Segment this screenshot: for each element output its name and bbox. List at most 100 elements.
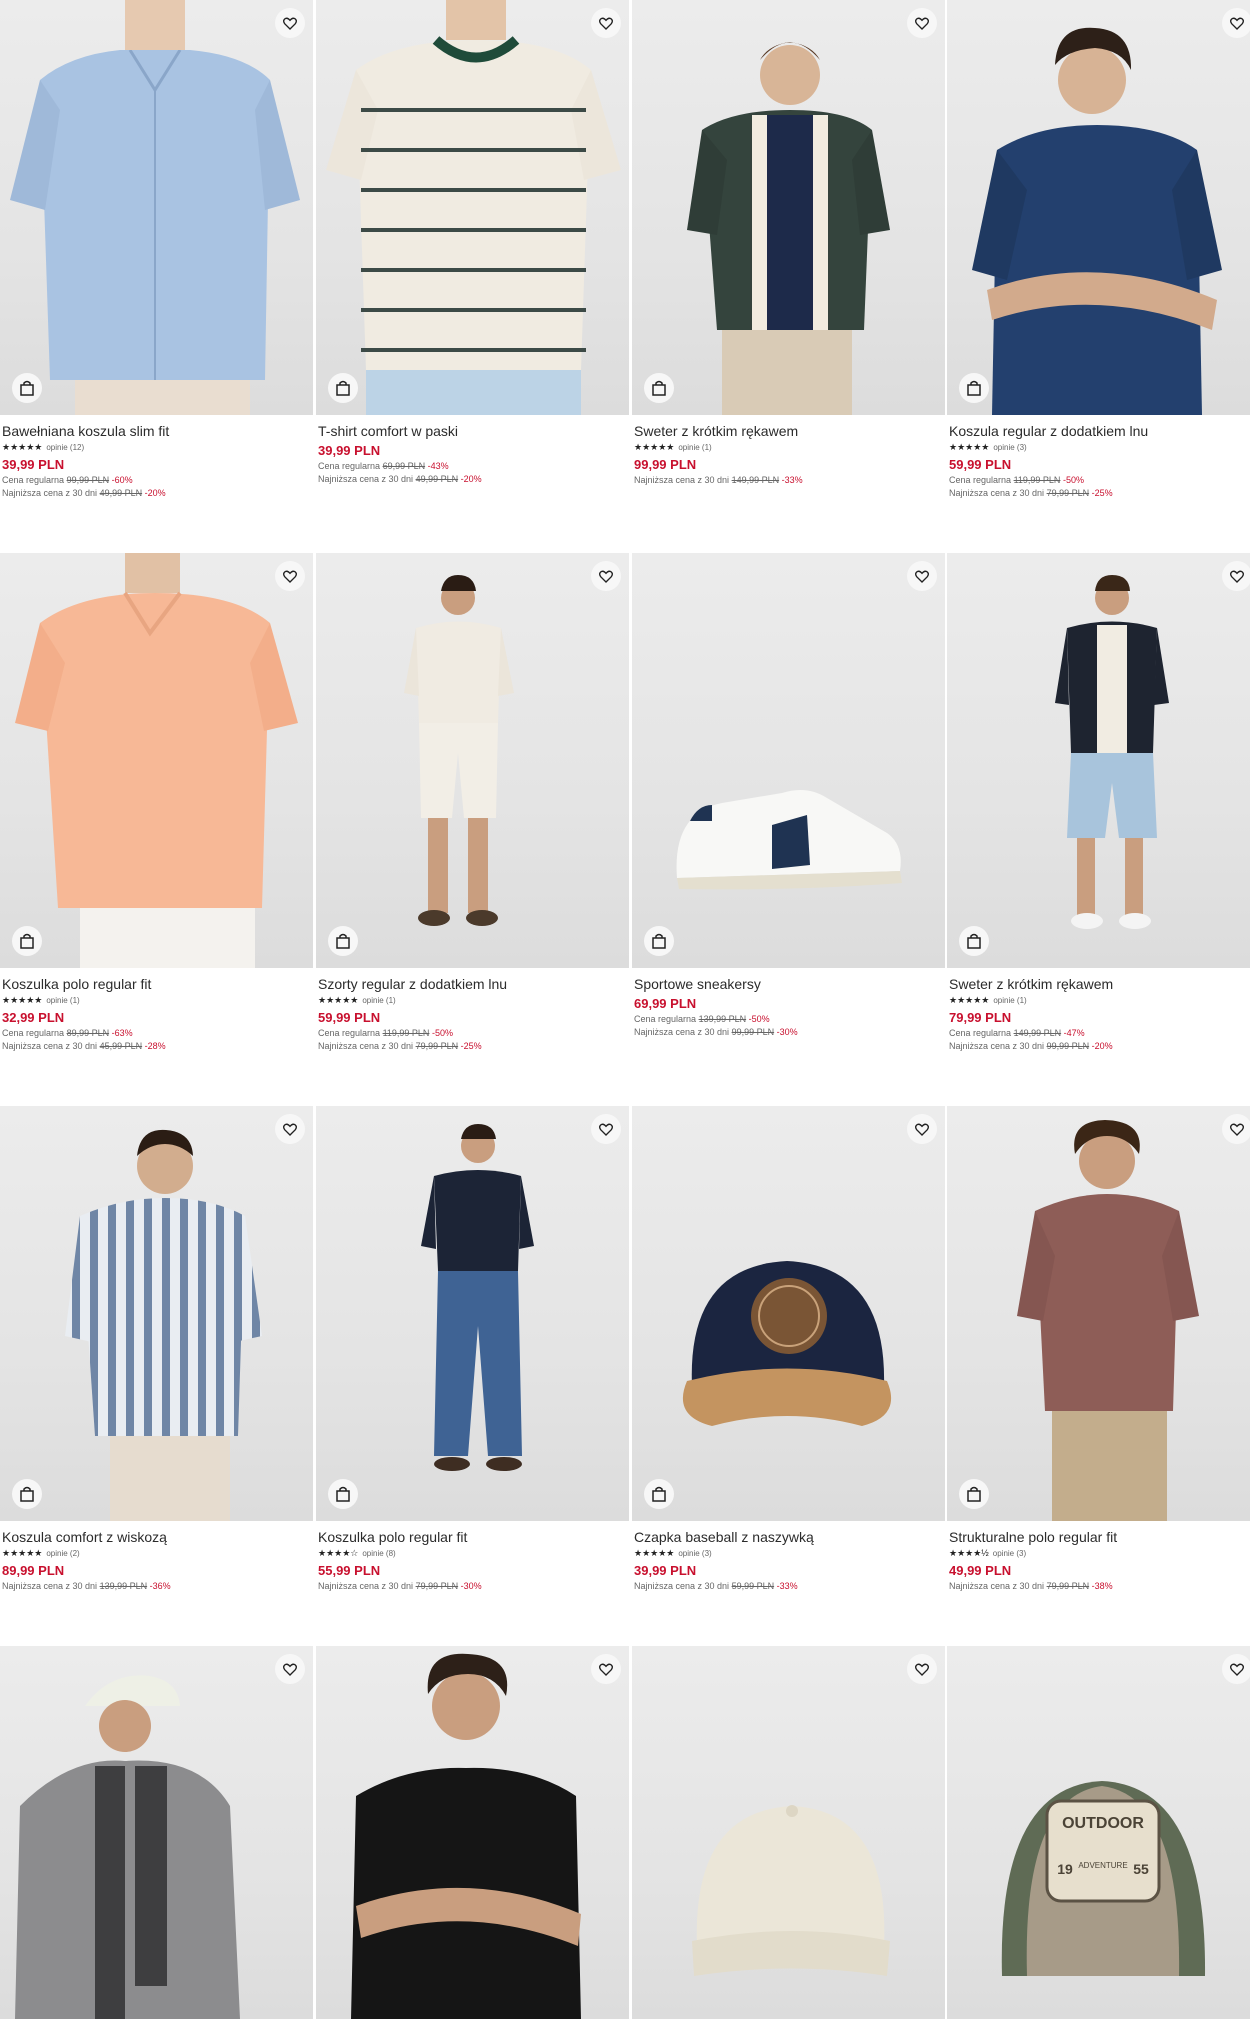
wishlist-button[interactable] <box>907 8 937 38</box>
wishlist-button[interactable] <box>275 1654 305 1684</box>
quick-add-button[interactable] <box>328 1479 358 1509</box>
quick-add-button[interactable] <box>12 373 42 403</box>
product-name[interactable]: Czapka baseball z naszywką <box>634 1529 943 1545</box>
wishlist-button[interactable] <box>907 561 937 591</box>
wishlist-button[interactable] <box>275 8 305 38</box>
lowest-discount: -30% <box>460 1581 482 1591</box>
product-image[interactable] <box>947 1106 1250 1521</box>
review-count[interactable]: opinie (3) <box>993 1549 1026 1558</box>
lowest-price-line: Najniższa cena z 30 dni 79,99 PLN -25% <box>318 1041 627 1051</box>
wishlist-button[interactable] <box>1222 1654 1250 1684</box>
product-price: 32,99 PLN <box>2 1010 65 1025</box>
regular-discount: -50% <box>748 1014 770 1024</box>
product-image[interactable] <box>632 1646 945 2019</box>
product-card[interactable]: Sweter z krótkim rękawem ★★★★★ opinie (1)… <box>947 553 1250 1054</box>
product-name[interactable]: Sweter z krótkim rękawem <box>949 976 1250 992</box>
product-image[interactable] <box>0 553 313 968</box>
wishlist-button[interactable] <box>1222 561 1250 591</box>
heart-icon <box>599 1663 613 1676</box>
review-count[interactable]: opinie (3) <box>993 443 1026 452</box>
review-count[interactable]: opinie (2) <box>46 1549 79 1558</box>
wishlist-button[interactable] <box>591 1114 621 1144</box>
product-image[interactable] <box>0 1646 313 2019</box>
product-card[interactable]: OUTDOOR 19 ADVENTURE 55 <box>947 1646 1250 2019</box>
product-card[interactable] <box>316 1646 629 2019</box>
quick-add-button[interactable] <box>12 1479 42 1509</box>
product-image[interactable] <box>0 0 313 415</box>
product-image[interactable] <box>947 553 1250 968</box>
quick-add-button[interactable] <box>12 926 42 956</box>
product-image[interactable] <box>632 1106 945 1521</box>
product-name[interactable]: Strukturalne polo regular fit <box>949 1529 1250 1545</box>
review-count[interactable]: opinie (1) <box>993 996 1026 1005</box>
review-count[interactable]: opinie (1) <box>362 996 395 1005</box>
quick-add-button[interactable] <box>644 1479 674 1509</box>
product-image[interactable] <box>0 1106 313 1521</box>
quick-add-button[interactable] <box>959 373 989 403</box>
product-name[interactable]: Koszulka polo regular fit <box>2 976 311 992</box>
product-name[interactable]: Koszula regular z dodatkiem lnu <box>949 423 1250 439</box>
regular-price-old: 69,99 PLN <box>382 461 426 471</box>
heart-icon <box>283 1123 297 1136</box>
wishlist-button[interactable] <box>907 1114 937 1144</box>
wishlist-button[interactable] <box>275 561 305 591</box>
shopping-bag-icon <box>20 933 34 949</box>
wishlist-button[interactable] <box>275 1114 305 1144</box>
product-image[interactable] <box>316 0 629 415</box>
product-card[interactable] <box>0 1646 313 2019</box>
review-count[interactable]: opinie (12) <box>46 443 84 452</box>
product-image[interactable] <box>316 1646 629 2019</box>
product-name[interactable]: Sweter z krótkim rękawem <box>634 423 943 439</box>
product-card[interactable]: Czapka baseball z naszywką ★★★★★ opinie (… <box>632 1106 945 1594</box>
wishlist-button[interactable] <box>1222 8 1250 38</box>
product-card[interactable]: Sportowe sneakersy 69,99 PLN Cena regula… <box>632 553 945 1040</box>
review-count[interactable]: opinie (1) <box>678 443 711 452</box>
product-image[interactable] <box>632 0 945 415</box>
wishlist-button[interactable] <box>591 8 621 38</box>
quick-add-button[interactable] <box>959 926 989 956</box>
lowest-price-old: 99,99 PLN <box>1046 1041 1090 1051</box>
heart-icon <box>283 17 297 30</box>
product-card[interactable]: Koszulka polo regular fit ★★★★☆ opinie (8… <box>316 1106 629 1594</box>
rating-stars: ★★★★★ <box>949 441 990 452</box>
quick-add-button[interactable] <box>959 1479 989 1509</box>
heart-icon <box>1230 17 1244 30</box>
wishlist-button[interactable] <box>591 1654 621 1684</box>
quick-add-button[interactable] <box>644 926 674 956</box>
product-card[interactable] <box>632 1646 945 2019</box>
lowest-price-line: Najniższa cena z 30 dni 49,99 PLN -20% <box>2 488 311 498</box>
product-image[interactable] <box>632 553 945 968</box>
wishlist-button[interactable] <box>591 561 621 591</box>
review-count[interactable]: opinie (8) <box>362 1549 395 1558</box>
quick-add-button[interactable] <box>328 373 358 403</box>
regular-price-label: Cena regularna <box>318 1028 381 1038</box>
wishlist-button[interactable] <box>907 1654 937 1684</box>
lowest-price-label: Najniższa cena z 30 dni <box>318 474 414 484</box>
product-image[interactable] <box>947 0 1250 415</box>
product-card[interactable]: Sweter z krótkim rękawem ★★★★★ opinie (1)… <box>632 0 945 488</box>
quick-add-button[interactable] <box>644 373 674 403</box>
product-card[interactable]: Bawełniana koszula slim fit ★★★★★ opinie … <box>0 0 313 501</box>
regular-price-line: Cena regularna 119,99 PLN -50% <box>949 475 1250 485</box>
product-name[interactable]: Szorty regular z dodatkiem lnu <box>318 976 627 992</box>
product-card[interactable]: Koszula regular z dodatkiem lnu ★★★★★ opi… <box>947 0 1250 501</box>
review-count[interactable]: opinie (1) <box>46 996 79 1005</box>
product-name[interactable]: Koszula comfort z wiskozą <box>2 1529 311 1545</box>
product-image[interactable]: OUTDOOR 19 ADVENTURE 55 <box>947 1646 1250 2019</box>
quick-add-button[interactable] <box>328 926 358 956</box>
product-card[interactable]: Strukturalne polo regular fit ★★★★½ opini… <box>947 1106 1250 1594</box>
regular-price-old: 119,99 PLN <box>1013 475 1061 485</box>
product-name[interactable]: Koszulka polo regular fit <box>318 1529 627 1545</box>
wishlist-button[interactable] <box>1222 1114 1250 1144</box>
product-image[interactable] <box>316 553 629 968</box>
product-card[interactable]: Koszulka polo regular fit ★★★★★ opinie (1… <box>0 553 313 1054</box>
product-card[interactable]: T-shirt comfort w paski 39,99 PLN Cena r… <box>316 0 629 487</box>
product-image[interactable] <box>316 1106 629 1521</box>
regular-price-line: Cena regularna 149,99 PLN -47% <box>949 1028 1250 1038</box>
product-name[interactable]: Bawełniana koszula slim fit <box>2 423 311 439</box>
product-card[interactable]: Szorty regular z dodatkiem lnu ★★★★★ opin… <box>316 553 629 1054</box>
product-card[interactable]: Koszula comfort z wiskozą ★★★★★ opinie (2… <box>0 1106 313 1594</box>
review-count[interactable]: opinie (3) <box>678 1549 711 1558</box>
product-name[interactable]: T-shirt comfort w paski <box>318 423 627 439</box>
product-name[interactable]: Sportowe sneakersy <box>634 976 943 992</box>
